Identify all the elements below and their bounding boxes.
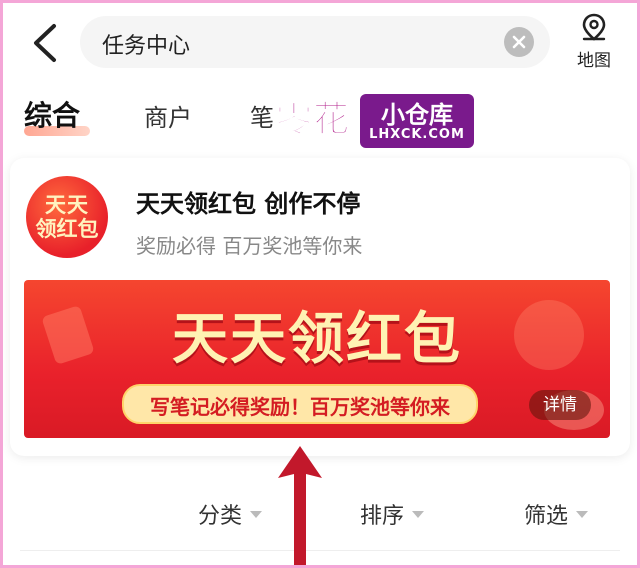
task-title: 天天领红包 创作不停 [136,190,361,218]
watermark: 零花 小仓库 LHXCK.COM [276,94,476,150]
logo-line-2: 领红包 [35,216,99,241]
logo-line-1: 天天 [45,192,89,217]
detail-button[interactable]: 详情 [529,390,591,420]
watermark-text-top: 小仓库 [381,101,453,129]
watermark-badge: 小仓库 LHXCK.COM [360,94,474,148]
caret-down-icon [250,510,263,518]
map-pin-icon [582,13,606,41]
banner-title: 天天领红包 [172,307,462,372]
banner-tagline: 写笔记必得奖励！百万奖池等你来 [122,384,478,424]
filter-category-label: 分类 [198,504,243,529]
filter-screen[interactable]: 筛选 [524,498,589,530]
filter-sort-label: 排序 [360,504,405,529]
chevron-left-icon [34,24,56,62]
arrow-up-icon [278,446,322,568]
banner-tagline-text: 写笔记必得奖励！百万奖池等你来 [150,395,450,419]
watermark-text-left: 零花 [276,99,351,141]
caret-down-icon [576,510,589,518]
filter-sort[interactable]: 排序 [360,498,425,530]
map-button[interactable]: 地图 [567,12,621,72]
map-label: 地图 [577,51,611,71]
watermark-text-bottom: LHXCK.COM [369,127,465,142]
task-card[interactable]: 天天 领红包 天天领红包 创作不停 奖励必得 百万奖池等你来 天天领红包 写笔记… [10,158,630,456]
close-icon [512,35,526,49]
task-logo: 天天 领红包 [26,176,108,258]
task-subtitle: 奖励必得 百万奖池等你来 [136,234,363,258]
promo-banner[interactable]: 天天领红包 写笔记必得奖励！百万奖池等你来 详情 [24,280,610,438]
filter-screen-label: 筛选 [524,504,569,529]
tab-notes[interactable]: 笔 [250,98,274,133]
clear-search-button[interactable] [504,27,534,57]
filter-category[interactable]: 分类 [198,498,263,530]
back-button[interactable] [24,22,64,64]
tab-merchants[interactable]: 商户 [144,98,192,133]
caret-down-icon [412,510,425,518]
search-input[interactable]: 任务中心 [80,16,550,68]
tab-comprehensive[interactable]: 综合 [24,94,80,134]
search-query: 任务中心 [102,34,191,59]
